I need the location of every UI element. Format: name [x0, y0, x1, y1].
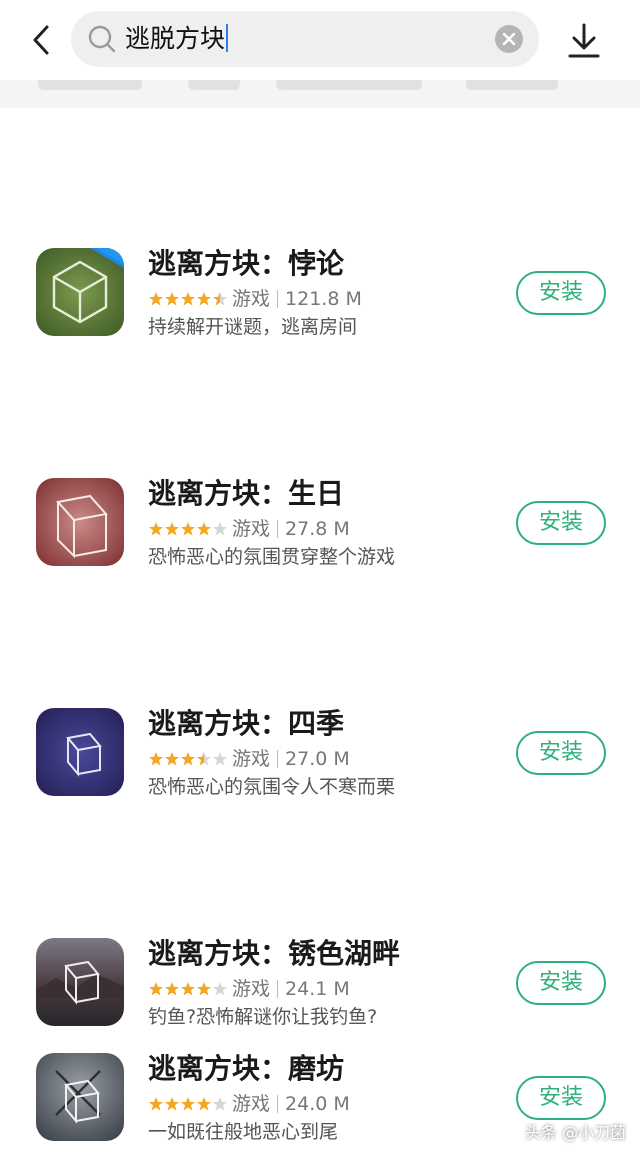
- app-title[interactable]: 逃离方块：悖论: [148, 246, 344, 282]
- rating-stars: [148, 291, 228, 307]
- app-size: 27.0 M: [285, 748, 350, 770]
- install-button[interactable]: 安装: [516, 271, 606, 315]
- meta-divider: [277, 290, 279, 308]
- star-icon: [181, 522, 195, 536]
- back-button[interactable]: [22, 20, 62, 60]
- star-icon: [213, 982, 227, 996]
- star-icon: [165, 1097, 179, 1111]
- result-item[interactable]: 逃离方块：生日 游戏 27.8 M 恐怖恶心的氛围贯穿整个游戏 安装: [0, 476, 640, 578]
- star-icon: [197, 522, 211, 536]
- star-icon: [149, 522, 163, 536]
- app-icon-mill[interactable]: [36, 1053, 124, 1141]
- app-icon-seasons[interactable]: [36, 708, 124, 796]
- star-icon: [181, 1097, 195, 1111]
- rating-stars: [148, 1096, 228, 1112]
- cube-icon: [36, 708, 124, 796]
- star-icon: [181, 982, 195, 996]
- app-title[interactable]: 逃离方块：磨坊: [148, 1051, 344, 1087]
- star-icon: [213, 752, 227, 766]
- app-meta: 游戏 27.8 M: [148, 516, 350, 542]
- tab-placeholder: [38, 80, 142, 90]
- meta-divider: [277, 520, 279, 538]
- app-meta: 游戏 27.0 M: [148, 746, 350, 772]
- install-button[interactable]: 安装: [516, 731, 606, 775]
- star-icon: [165, 752, 179, 766]
- text-caret: [226, 24, 229, 52]
- app-category: 游戏: [232, 1093, 271, 1115]
- app-size: 27.8 M: [285, 518, 350, 540]
- chinese-badge-icon: [90, 248, 124, 268]
- star-icon: [181, 292, 195, 306]
- rating-stars: [148, 751, 228, 767]
- star-icon: [197, 982, 211, 996]
- tab-placeholder: [188, 80, 240, 90]
- cube-icon: [36, 1053, 124, 1141]
- download-button[interactable]: [566, 22, 602, 60]
- cube-icon: [36, 938, 124, 1026]
- app-meta: 游戏 24.1 M: [148, 976, 350, 1002]
- app-icon-birthday[interactable]: [36, 478, 124, 566]
- star-icon: [197, 752, 211, 766]
- app-description: 持续解开谜题，逃离房间: [148, 316, 358, 338]
- app-meta: 游戏 24.0 M: [148, 1091, 350, 1117]
- star-icon: [197, 1097, 211, 1111]
- search-query-text: 逃脱方块: [125, 24, 226, 53]
- app-title[interactable]: 逃离方块：四季: [148, 706, 344, 742]
- app-category: 游戏: [232, 518, 271, 540]
- app-title[interactable]: 逃离方块：锈色湖畔: [148, 936, 400, 972]
- star-icon: [181, 752, 195, 766]
- tab-placeholder: [466, 80, 558, 90]
- star-icon: [149, 982, 163, 996]
- app-size: 24.0 M: [285, 1093, 350, 1115]
- app-icon-rusty-lake[interactable]: [36, 938, 124, 1026]
- app-description: 恐怖恶心的氛围贯穿整个游戏: [148, 546, 396, 568]
- top-bar: 逃脱方块: [0, 0, 640, 80]
- clear-button[interactable]: [495, 25, 523, 53]
- meta-divider: [277, 980, 279, 998]
- app-title[interactable]: 逃离方块：生日: [148, 476, 344, 512]
- app-description: 钓鱼?恐怖解谜你让我钓鱼?: [148, 1006, 378, 1028]
- star-icon: [149, 292, 163, 306]
- star-icon: [197, 292, 211, 306]
- star-icon: [165, 292, 179, 306]
- app-size: 24.1 M: [285, 978, 350, 1000]
- meta-divider: [277, 750, 279, 768]
- result-item[interactable]: 逃离方块：锈色湖畔 游戏 24.1 M 钓鱼?恐怖解谜你让我钓鱼? 安装: [0, 936, 640, 1038]
- app-category: 游戏: [232, 978, 271, 1000]
- clear-icon: [502, 32, 516, 46]
- rating-stars: [148, 981, 228, 997]
- result-item[interactable]: 逃离方块：悖论 游戏 121.8 M 持续解开谜题，逃离房间 安装: [0, 246, 640, 348]
- watermark: 头条 @小刀菌: [524, 1123, 626, 1142]
- category-tabs-strip: [0, 80, 640, 108]
- tab-placeholder: [276, 80, 422, 90]
- star-icon: [149, 752, 163, 766]
- star-icon: [213, 292, 227, 306]
- app-meta: 游戏 121.8 M: [148, 286, 362, 312]
- app-category: 游戏: [232, 748, 271, 770]
- download-icon: [568, 23, 600, 58]
- star-icon: [213, 522, 227, 536]
- cube-icon: [36, 478, 124, 566]
- rating-stars: [148, 521, 228, 537]
- app-category: 游戏: [232, 288, 271, 310]
- star-icon: [149, 1097, 163, 1111]
- install-button[interactable]: 安装: [516, 961, 606, 1005]
- star-icon: [213, 1097, 227, 1111]
- search-icon: [88, 25, 116, 53]
- meta-divider: [277, 1095, 279, 1113]
- back-arrow-icon: [33, 25, 49, 55]
- result-item[interactable]: 逃离方块：四季 游戏 27.0 M 恐怖恶心的氛围令人不寒而栗 安装: [0, 706, 640, 808]
- install-button[interactable]: 安装: [516, 501, 606, 545]
- star-icon: [165, 982, 179, 996]
- install-button[interactable]: 安装: [516, 1076, 606, 1120]
- search-input[interactable]: 逃脱方块: [125, 23, 229, 55]
- star-icon: [165, 522, 179, 536]
- app-description: 恐怖恶心的氛围令人不寒而栗: [148, 776, 396, 798]
- app-description: 一如既往般地恶心到尾: [148, 1121, 339, 1143]
- app-size: 121.8 M: [285, 288, 362, 310]
- app-icon-paradox[interactable]: [36, 248, 124, 336]
- search-bar[interactable]: 逃脱方块: [71, 11, 539, 67]
